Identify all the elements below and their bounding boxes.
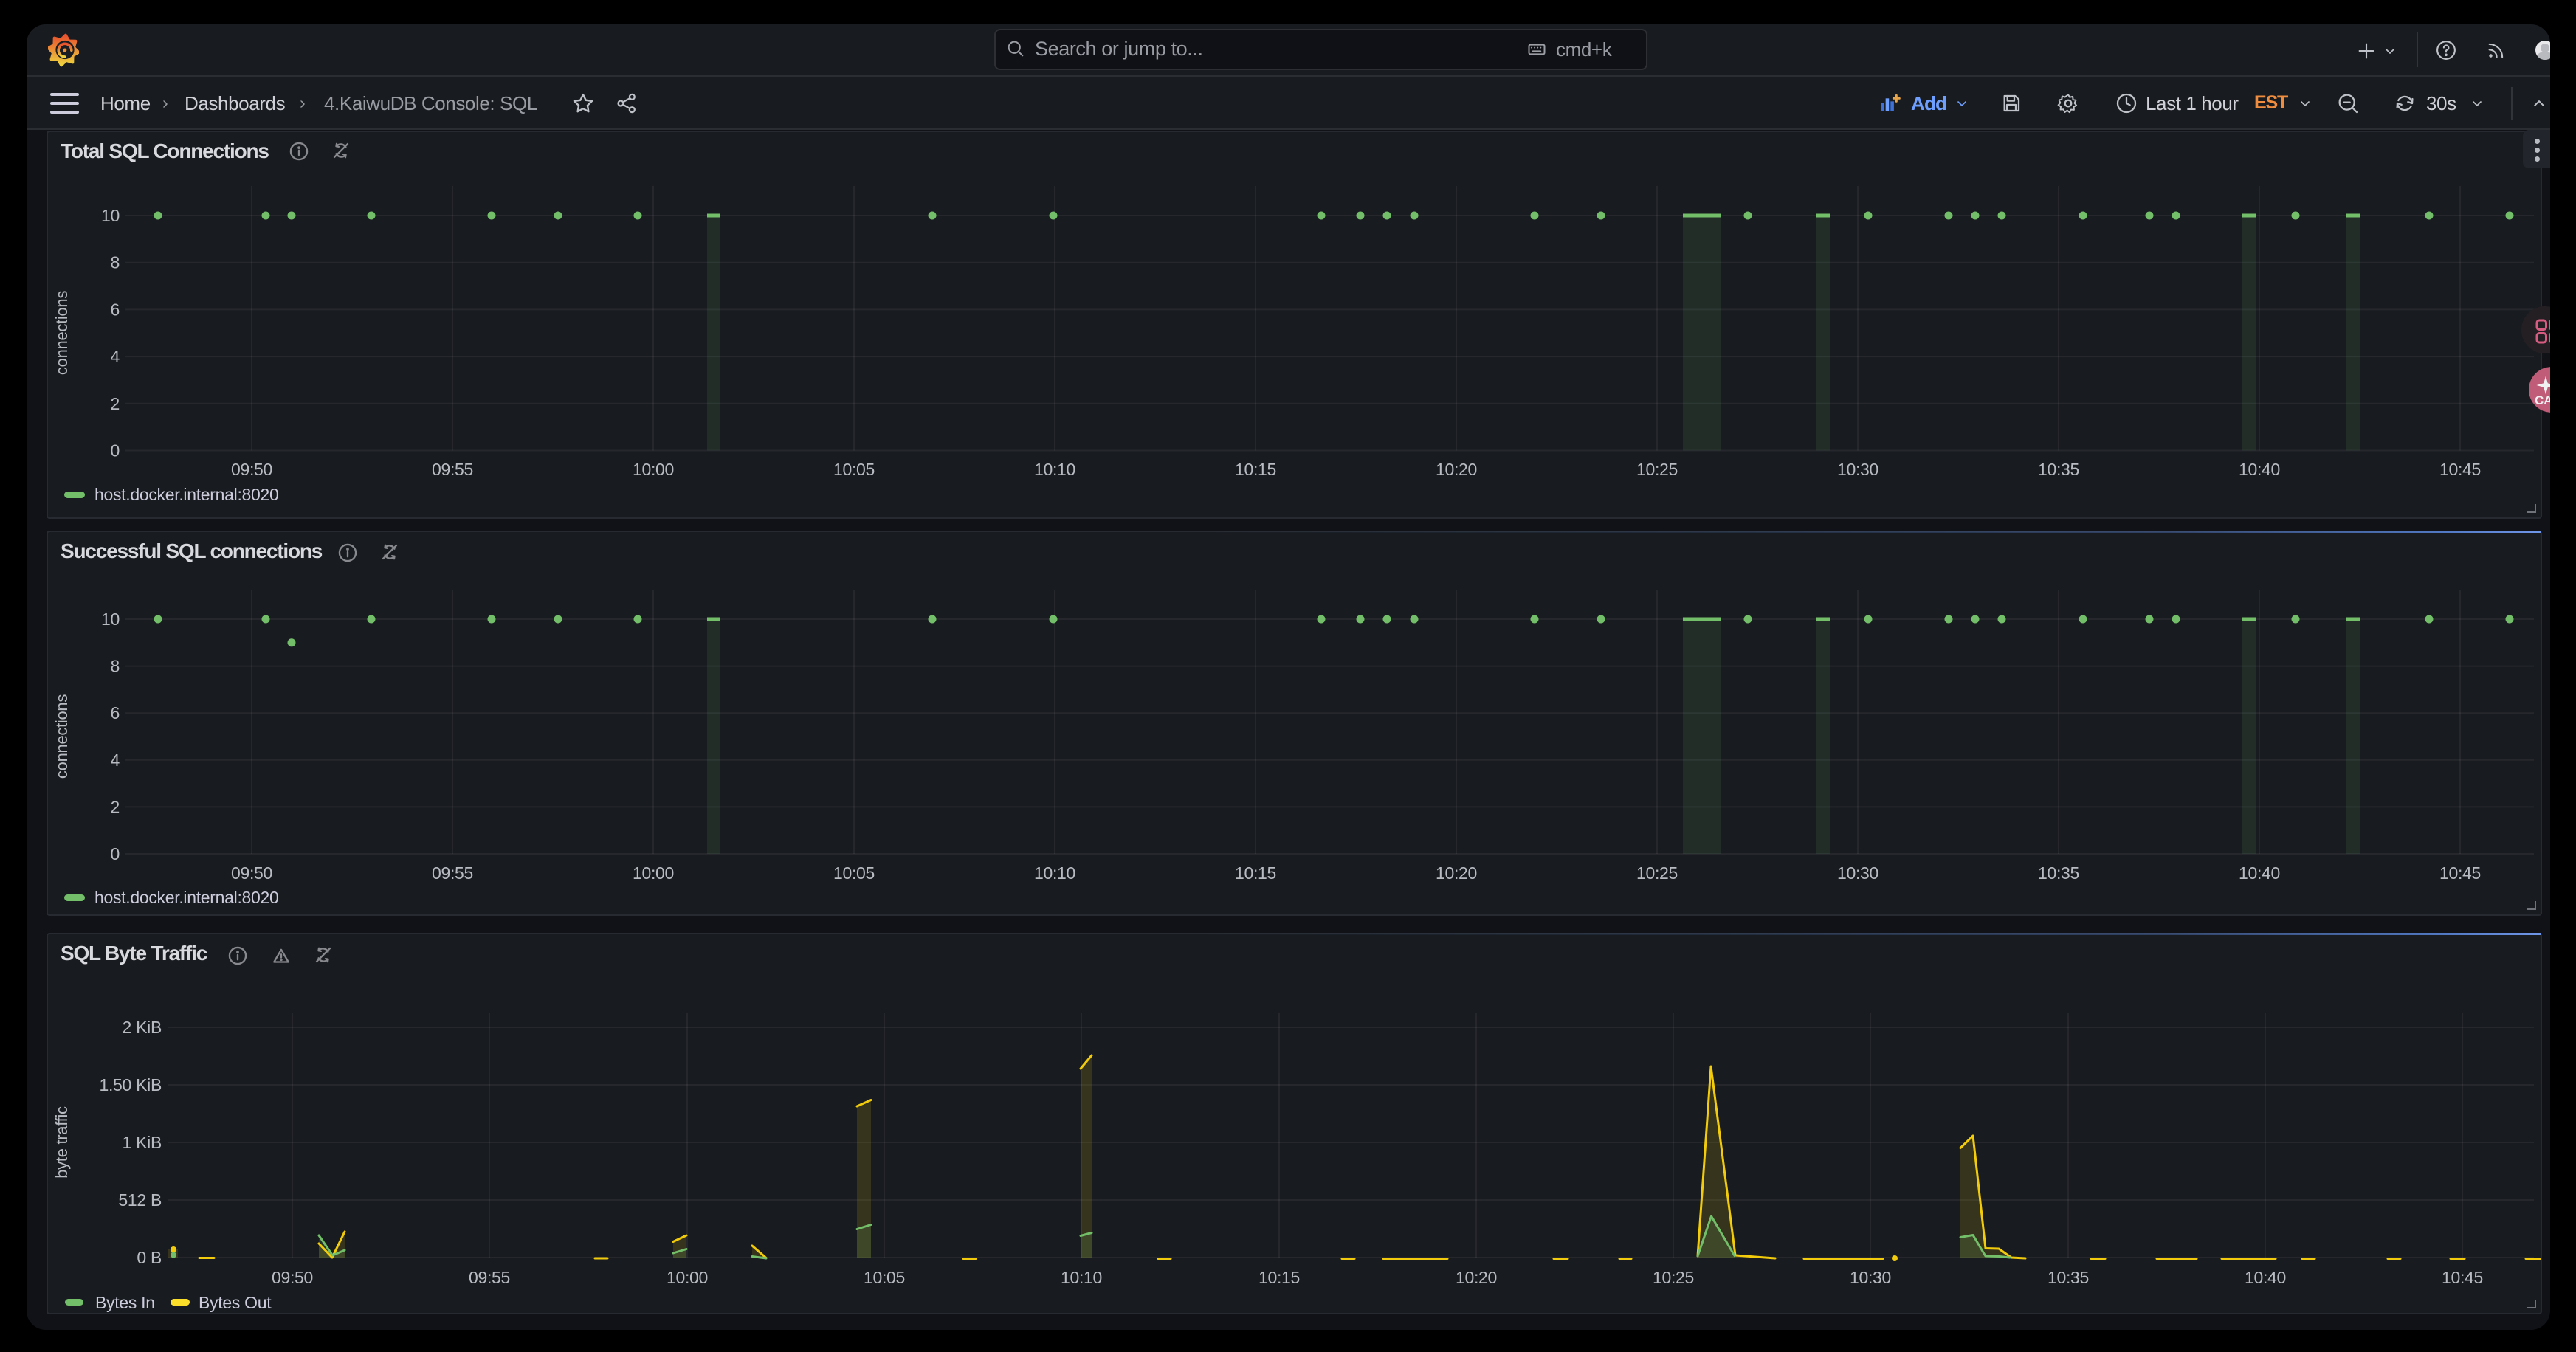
svg-text:10:25: 10:25: [1636, 460, 1678, 479]
svg-text:10:40: 10:40: [2239, 460, 2280, 479]
svg-text:09:55: 09:55: [432, 863, 473, 883]
svg-text:byte traffic: byte traffic: [52, 1106, 71, 1179]
svg-text:09:55: 09:55: [469, 1268, 510, 1287]
svg-text:1.50 KiB: 1.50 KiB: [99, 1075, 162, 1094]
svg-text:10:15: 10:15: [1258, 1268, 1300, 1287]
svg-text:09:55: 09:55: [432, 460, 473, 479]
svg-text:8: 8: [111, 253, 120, 272]
svg-text:6: 6: [111, 703, 120, 722]
svg-text:09:50: 09:50: [231, 863, 272, 883]
svg-text:10:45: 10:45: [2439, 863, 2481, 883]
svg-text:10:40: 10:40: [2245, 1268, 2286, 1287]
svg-text:10:25: 10:25: [1636, 863, 1678, 883]
svg-text:10:00: 10:00: [667, 1268, 708, 1287]
svg-text:6: 6: [111, 300, 120, 319]
svg-text:host.docker.internal:8020: host.docker.internal:8020: [94, 485, 279, 504]
svg-text:8: 8: [111, 657, 120, 676]
svg-text:10:30: 10:30: [1837, 460, 1878, 479]
svg-text:10:00: 10:00: [633, 863, 674, 883]
svg-text:4: 4: [111, 347, 120, 366]
svg-text:0 B: 0 B: [137, 1248, 162, 1267]
svg-text:10: 10: [101, 206, 120, 225]
svg-text:10:40: 10:40: [2239, 863, 2280, 883]
svg-text:2 KiB: 2 KiB: [123, 1018, 162, 1037]
svg-text:1 KiB: 1 KiB: [123, 1133, 162, 1152]
svg-text:09:50: 09:50: [272, 1268, 313, 1287]
svg-text:10:35: 10:35: [2048, 1268, 2089, 1287]
svg-text:0: 0: [111, 441, 120, 461]
svg-text:10:35: 10:35: [2038, 460, 2079, 479]
svg-text:10:15: 10:15: [1235, 460, 1276, 479]
svg-text:2: 2: [111, 797, 120, 816]
svg-text:connections: connections: [52, 291, 71, 375]
svg-text:09:50: 09:50: [231, 460, 272, 479]
svg-text:10:10: 10:10: [1034, 863, 1075, 883]
svg-text:10:35: 10:35: [2038, 863, 2079, 883]
svg-text:10:20: 10:20: [1456, 1268, 1497, 1287]
svg-text:10:20: 10:20: [1436, 863, 1477, 883]
svg-text:10:30: 10:30: [1850, 1268, 1891, 1287]
svg-text:2: 2: [111, 394, 120, 413]
svg-text:4: 4: [111, 751, 120, 770]
svg-text:10:10: 10:10: [1061, 1268, 1102, 1287]
svg-text:512 B: 512 B: [118, 1190, 162, 1210]
svg-text:10:15: 10:15: [1235, 863, 1276, 883]
svg-text:10:45: 10:45: [2439, 460, 2481, 479]
svg-text:connections: connections: [52, 694, 71, 779]
svg-text:10:45: 10:45: [2442, 1268, 2483, 1287]
svg-text:0: 0: [111, 844, 120, 863]
svg-text:10:10: 10:10: [1034, 460, 1075, 479]
svg-text:10:05: 10:05: [833, 863, 875, 883]
svg-text:10:20: 10:20: [1436, 460, 1477, 479]
svg-text:Bytes In: Bytes In: [95, 1293, 155, 1312]
svg-text:10:30: 10:30: [1837, 863, 1878, 883]
svg-text:10:00: 10:00: [633, 460, 674, 479]
svg-text:10:25: 10:25: [1653, 1268, 1694, 1287]
svg-text:host.docker.internal:8020: host.docker.internal:8020: [94, 888, 279, 907]
svg-text:Bytes Out: Bytes Out: [199, 1293, 272, 1312]
svg-text:10:05: 10:05: [833, 460, 875, 479]
svg-text:10: 10: [101, 610, 120, 629]
svg-text:10:05: 10:05: [864, 1268, 905, 1287]
